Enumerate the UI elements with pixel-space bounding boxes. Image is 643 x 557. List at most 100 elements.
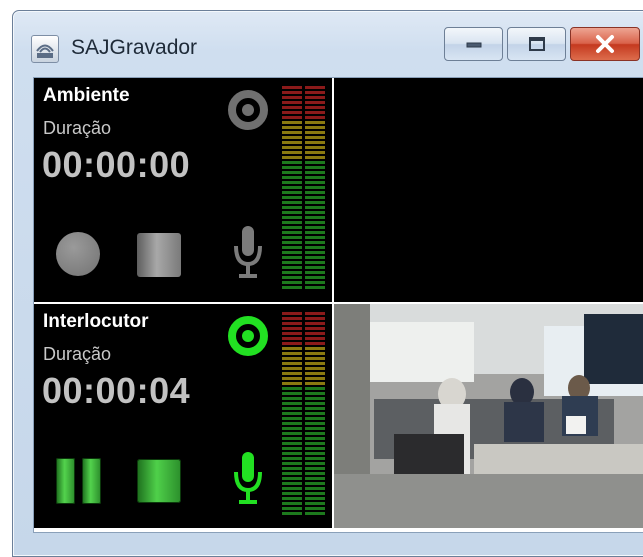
meter-segment (282, 417, 302, 420)
meter-segment (282, 462, 302, 465)
meter-segment (282, 271, 302, 274)
meter-segment (305, 231, 325, 234)
ambiente-video-preview (334, 78, 643, 302)
close-button[interactable] (570, 27, 640, 61)
meter-segment (282, 116, 302, 119)
meter-segment (282, 191, 302, 194)
meter-segment (282, 352, 302, 355)
meter-segment (305, 201, 325, 204)
meter-segment (282, 332, 302, 335)
meter-segment (305, 487, 325, 490)
meter-segment (305, 397, 325, 400)
meter-segment (282, 317, 302, 320)
meter-segment (282, 377, 302, 380)
meter-segment (282, 467, 302, 470)
minimize-button[interactable] (444, 27, 503, 61)
meter-segment (305, 91, 325, 94)
stop-button[interactable] (137, 459, 181, 503)
meter-segment (282, 186, 302, 189)
meter-segment (305, 171, 325, 174)
meter-segment (305, 221, 325, 224)
meter-segment (282, 432, 302, 435)
meter-segment (282, 477, 302, 480)
duration-label: Duração (43, 118, 112, 138)
maximize-icon (528, 37, 545, 51)
meter-segment (305, 276, 325, 279)
meter-segment (282, 362, 302, 365)
meter-segment (305, 121, 325, 124)
meter-segment (282, 226, 302, 229)
meter-segment (305, 442, 325, 445)
meter-segment (305, 151, 325, 154)
level-meter (282, 312, 325, 515)
meter-segment (305, 447, 325, 450)
meter-segment (282, 176, 302, 179)
meter-segment (282, 337, 302, 340)
meter-segment (282, 281, 302, 284)
meter-segment (282, 181, 302, 184)
meter-segment (305, 161, 325, 164)
meter-segment (305, 402, 325, 405)
meter-segment (305, 387, 325, 390)
meter-segment (282, 322, 302, 325)
meter-segment (305, 191, 325, 194)
meter-segment (282, 91, 302, 94)
meter-segment (305, 211, 325, 214)
duration-time: 00:00:04 (42, 370, 191, 411)
meter-segment (305, 261, 325, 264)
meter-segment (305, 422, 325, 425)
meter-segment (282, 452, 302, 455)
meter-segment (305, 462, 325, 465)
meter-segment (282, 512, 302, 515)
meter-segment (282, 472, 302, 475)
meter-segment (305, 342, 325, 345)
recording-indicator-icon (228, 316, 268, 356)
meter-segment (282, 206, 302, 209)
meter-segment (305, 327, 325, 330)
meter-segment (305, 427, 325, 430)
interlocutor-video-preview (334, 304, 643, 528)
meter-segment (282, 171, 302, 174)
meter-segment (282, 372, 302, 375)
meter-segment (282, 342, 302, 345)
meter-segment (282, 121, 302, 124)
stop-button[interactable] (137, 233, 181, 277)
camera-feed-image (334, 304, 643, 528)
duration-time: 00:00:00 (42, 144, 191, 185)
meter-segment (305, 432, 325, 435)
meter-segment (282, 161, 302, 164)
meter-segment (282, 442, 302, 445)
meter-segment (282, 111, 302, 114)
meter-segment (305, 101, 325, 104)
window-title: SAJGravador (71, 36, 198, 59)
meter-segment (305, 352, 325, 355)
status-indicator-icon (228, 90, 268, 130)
meter-segment (305, 392, 325, 395)
meter-segment (305, 357, 325, 360)
meter-segment (305, 497, 325, 500)
interlocutor-panel: Interlocutor Duração 00:00:04 (34, 304, 332, 528)
meter-segment (305, 131, 325, 134)
meter-segment (282, 251, 302, 254)
meter-segment (305, 322, 325, 325)
meter-segment (305, 382, 325, 385)
meter-segment (282, 196, 302, 199)
record-button[interactable] (56, 232, 100, 276)
meter-segment (282, 141, 302, 144)
maximize-button[interactable] (507, 27, 566, 61)
meter-segment (282, 86, 302, 89)
microphone-icon (234, 226, 262, 278)
meter-segment (282, 457, 302, 460)
app-logo-icon (31, 35, 59, 63)
meter-segment (282, 166, 302, 169)
meter-segment (282, 327, 302, 330)
recorder-content: Ambiente Duração 00:00:00 Interlocutor D (33, 77, 643, 533)
ambiente-panel: Ambiente Duração 00:00:00 (34, 78, 332, 302)
meter-segment (282, 422, 302, 425)
meter-segment (305, 186, 325, 189)
meter-segment (305, 512, 325, 515)
meter-segment (282, 447, 302, 450)
meter-segment (305, 337, 325, 340)
pause-button[interactable] (56, 458, 102, 504)
title-bar[interactable]: SAJGravador (13, 11, 643, 77)
